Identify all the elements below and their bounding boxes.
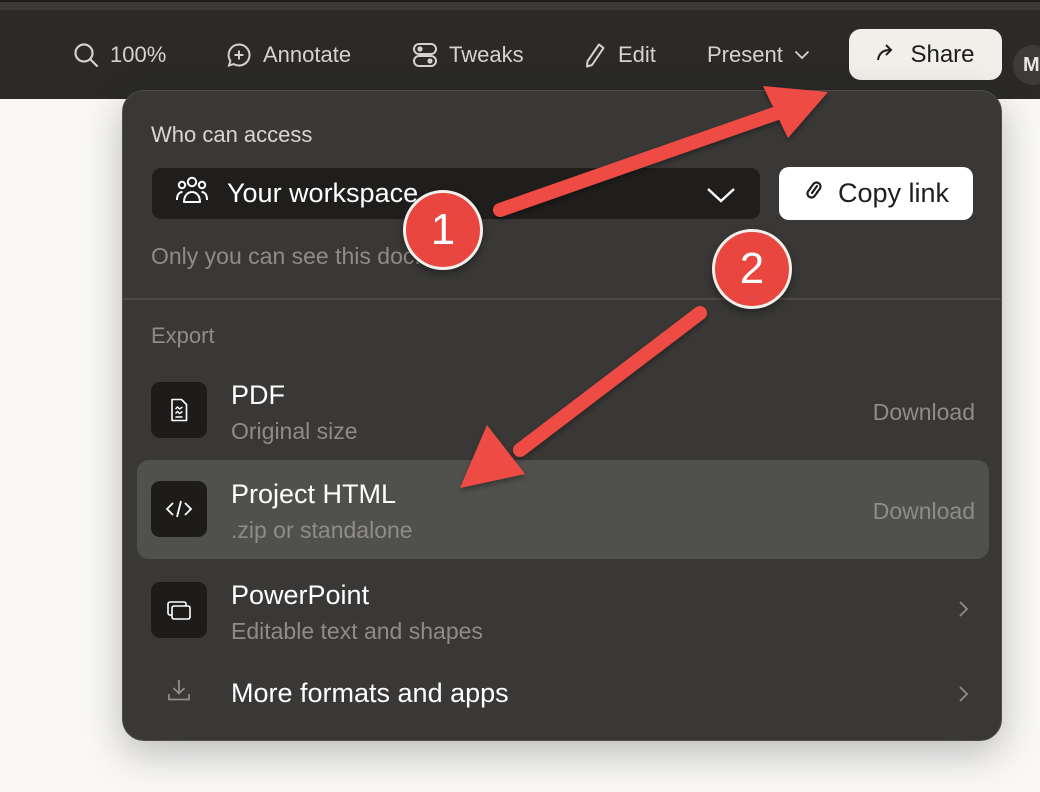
divider: [123, 298, 1001, 300]
code-icon: [151, 481, 207, 537]
zoom-level: 100%: [110, 41, 167, 67]
share-popover: Who can access Your workspace Copy link …: [122, 90, 1002, 741]
download-button[interactable]: Download: [873, 498, 975, 525]
present-dropdown[interactable]: Present: [707, 10, 810, 99]
tweaks-label: Tweaks: [449, 41, 524, 67]
avatar[interactable]: M: [1013, 45, 1040, 85]
export-title: More formats and apps: [231, 678, 509, 708]
search-icon: [73, 42, 99, 68]
export-pdf-row[interactable]: PDF Original size Download: [137, 361, 989, 460]
document-icon: [151, 382, 207, 438]
access-select-value: Your workspace: [227, 178, 419, 208]
export-html-row[interactable]: Project HTML .zip or standalone Download: [137, 460, 989, 559]
annotate-button[interactable]: Annotate: [226, 10, 351, 99]
access-heading: Who can access: [151, 122, 313, 147]
export-title: PowerPoint: [231, 580, 370, 610]
export-subtitle: .zip or standalone: [231, 517, 413, 543]
team-icon: [175, 175, 209, 212]
chevron-right-icon: [957, 599, 969, 624]
edit-label: Edit: [618, 41, 656, 67]
share-label: Share: [910, 40, 975, 68]
more-formats-row[interactable]: More formats and apps: [137, 646, 989, 736]
link-icon: [803, 177, 825, 210]
chevron-down-icon: [706, 182, 736, 213]
chevron-right-icon: [957, 684, 969, 709]
step-badge-1: 1: [403, 190, 483, 270]
step-number: 2: [739, 244, 765, 293]
slides-icon: [151, 582, 207, 638]
export-subtitle: Original size: [231, 418, 358, 444]
top-toolbar: 100% Annotate Tweaks Edit Present Share …: [0, 0, 1040, 99]
avatar-initial: M: [1023, 53, 1040, 76]
tweaks-button[interactable]: Tweaks: [412, 10, 524, 99]
zoom-control[interactable]: 100%: [73, 10, 166, 99]
copy-link-label: Copy link: [837, 178, 950, 208]
download-icon: [151, 662, 207, 718]
comment-plus-icon: [226, 42, 252, 68]
export-title: Project HTML: [231, 479, 397, 509]
chevron-down-icon: [794, 50, 810, 60]
export-heading: Export: [151, 323, 215, 348]
export-subtitle: Editable text and shapes: [231, 618, 483, 644]
toggles-icon: [412, 42, 438, 68]
share-arrow-icon: [876, 41, 898, 69]
copy-link-button[interactable]: Copy link: [779, 167, 973, 220]
edit-button[interactable]: Edit: [583, 10, 656, 99]
step-badge-2: 2: [712, 229, 792, 309]
annotate-label: Annotate: [263, 41, 352, 67]
access-note: Only you can see this doc.: [151, 243, 421, 269]
share-button[interactable]: Share: [849, 29, 1002, 80]
download-button[interactable]: Download: [873, 399, 975, 426]
export-title: PDF: [231, 380, 285, 410]
step-number: 1: [430, 205, 456, 254]
present-label: Present: [707, 41, 783, 67]
pencil-icon: [583, 42, 607, 68]
